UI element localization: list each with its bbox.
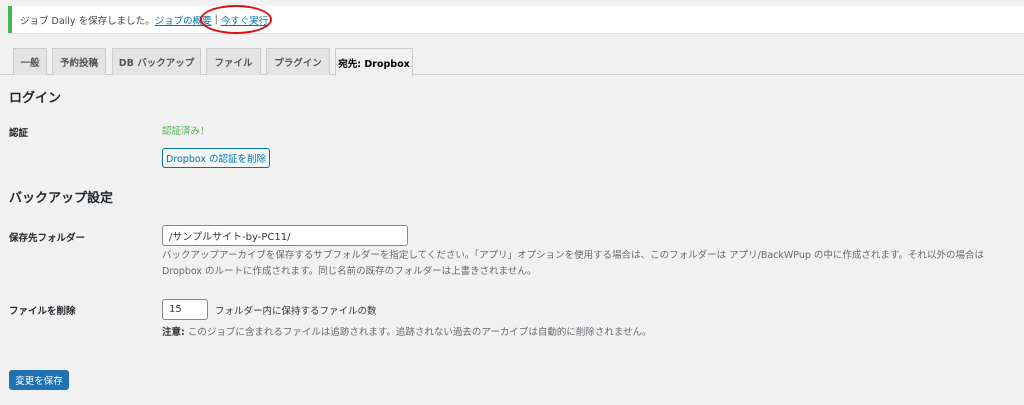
job-overview-link[interactable]: ジョブの概要 bbox=[155, 13, 212, 27]
folder-label: 保存先フォルダー bbox=[9, 233, 86, 244]
tab-plugins[interactable]: プラグイン bbox=[266, 48, 330, 75]
success-notice: ジョブ Daily を保存しました。 ジョブの概要 | 今すぐ実行 bbox=[8, 6, 1024, 33]
delete-dropbox-auth-button[interactable]: Dropbox の認証を削除 bbox=[162, 148, 270, 168]
note-text: 注意: このジョブに含まれるファイルは追跡されます。追跡されない過去のアーカイブ… bbox=[162, 324, 652, 338]
max-files-suffix: フォルダー内に保持するファイルの数 bbox=[215, 306, 377, 317]
tab-schedule[interactable]: 予約投稿 bbox=[52, 48, 106, 75]
run-now-link[interactable]: 今すぐ実行 bbox=[221, 13, 269, 27]
note-body: このジョブに含まれるファイルは追跡されます。追跡されない過去のアーカイブは自動的… bbox=[184, 327, 652, 338]
backup-settings-heading: バックアップ設定 bbox=[9, 191, 114, 206]
tab-files[interactable]: ファイル bbox=[206, 48, 261, 75]
login-heading: ログイン bbox=[9, 91, 62, 106]
folder-description-line-2: Dropbox のルートに作成されます。同じ名前の既存のフォルダーは上書きされま… bbox=[162, 266, 537, 277]
settings-tabs: 一般 予約投稿 DB バックアップ ファイル プラグイン 宛先: Dropbox bbox=[0, 48, 1024, 76]
folder-input[interactable] bbox=[162, 225, 408, 246]
tab-general[interactable]: 一般 bbox=[13, 48, 47, 75]
tab-db-backup[interactable]: DB バックアップ bbox=[112, 48, 201, 75]
auth-status: 認証済み！ bbox=[162, 126, 210, 137]
auth-label: 認証 bbox=[9, 128, 29, 139]
notice-message: ジョブ Daily を保存しました。 bbox=[20, 15, 155, 27]
tab-destination-dropbox[interactable]: 宛先: Dropbox bbox=[335, 48, 413, 76]
save-changes-button[interactable]: 変更を保存 bbox=[9, 370, 69, 390]
note-label: 注意: bbox=[162, 327, 185, 338]
delete-files-label: ファイルを削除 bbox=[9, 306, 76, 317]
max-files-input[interactable] bbox=[162, 299, 208, 320]
folder-description-line-1: バックアップアーカイブを保存するサブフォルダーを指定してください。「アプリ」オプ… bbox=[162, 250, 984, 261]
folder-description: バックアップアーカイブを保存するサブフォルダーを指定してください。「アプリ」オプ… bbox=[162, 248, 1022, 280]
notice-separator: | bbox=[214, 14, 218, 25]
